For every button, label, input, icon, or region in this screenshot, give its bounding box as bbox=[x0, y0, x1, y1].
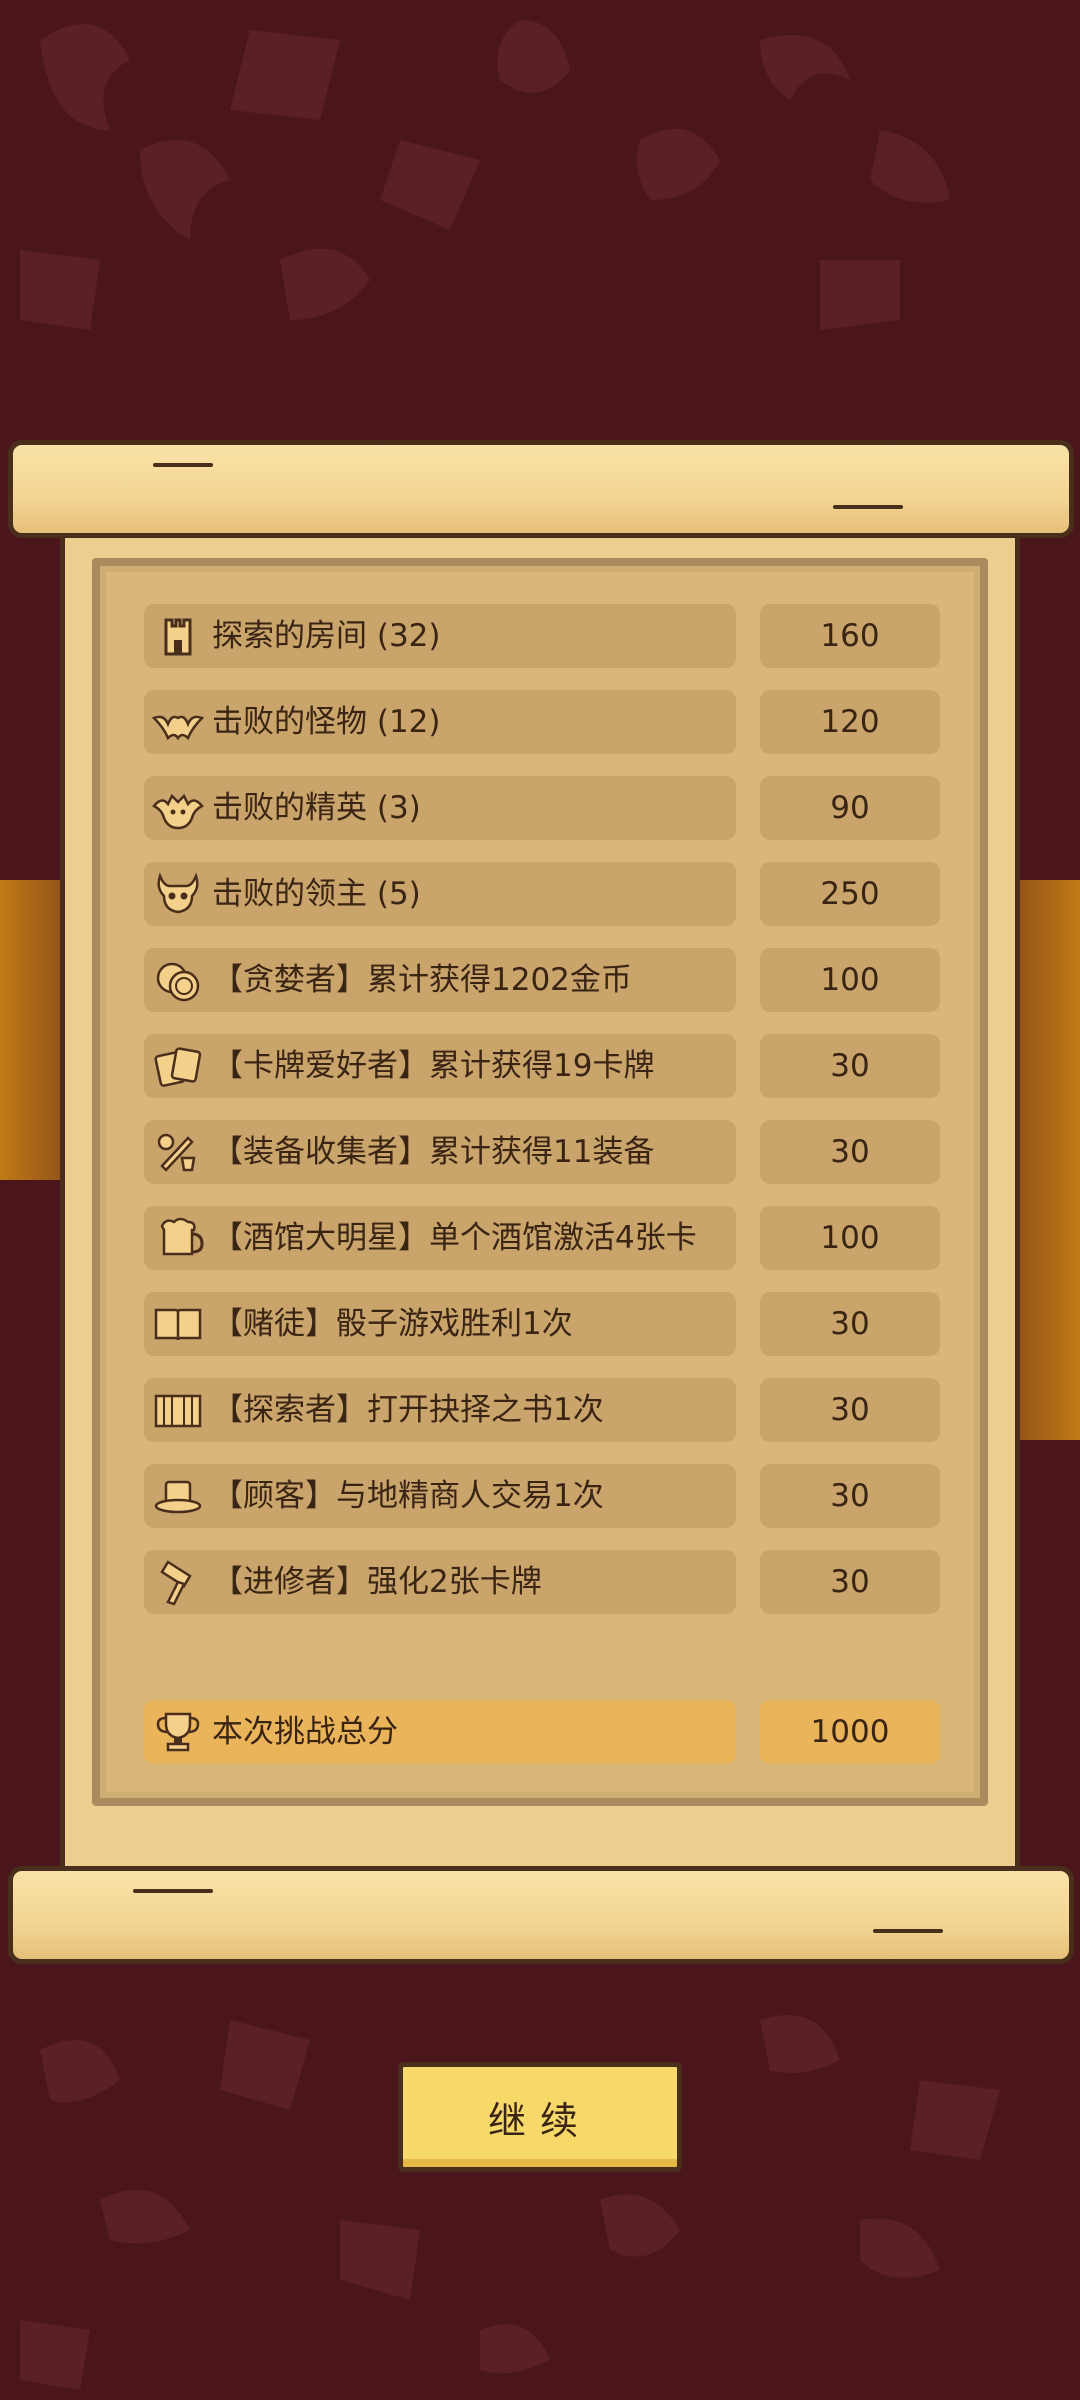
score-value: 160 bbox=[760, 604, 940, 668]
scroll-bottom-rod bbox=[8, 1866, 1074, 1964]
score-label: 击败的精英 (3) bbox=[212, 790, 421, 826]
top-hat-icon bbox=[154, 1480, 202, 1514]
score-label: 【进修者】强化2张卡牌 bbox=[212, 1564, 542, 1600]
score-value: 100 bbox=[760, 948, 940, 1012]
total-value: 1000 bbox=[760, 1700, 940, 1764]
score-name-cell: 【进修者】强化2张卡牌 bbox=[144, 1550, 736, 1614]
bat-icon bbox=[152, 715, 204, 741]
trophy-icon bbox=[156, 1712, 200, 1752]
score-label: 击败的领主 (5) bbox=[212, 876, 421, 912]
score-name-cell: 击败的领主 (5) bbox=[144, 862, 736, 926]
score-row: 【装备收集者】累计获得11装备 30 bbox=[144, 1120, 940, 1184]
score-value: 30 bbox=[760, 1550, 940, 1614]
equipment-icon bbox=[157, 1133, 196, 1172]
score-row: 击败的领主 (5) 250 bbox=[144, 862, 940, 926]
cards-icon bbox=[154, 1047, 202, 1087]
score-name-cell: 【贪婪者】累计获得1202金币 bbox=[144, 948, 736, 1012]
score-name-cell: 击败的精英 (3) bbox=[144, 776, 736, 840]
score-value: 100 bbox=[760, 1206, 940, 1270]
continue-button[interactable]: 继续 bbox=[398, 2062, 682, 2172]
score-row: 【酒馆大明星】单个酒馆激活4张卡 100 bbox=[144, 1206, 940, 1270]
score-row: 击败的精英 (3) 90 bbox=[144, 776, 940, 840]
score-name-cell: 探索的房间 (32) bbox=[144, 604, 736, 668]
score-label: 【酒馆大明星】单个酒馆激活4张卡 bbox=[212, 1220, 697, 1256]
score-row: 【贪婪者】累计获得1202金币 100 bbox=[144, 948, 940, 1012]
open-book-icon bbox=[154, 1308, 202, 1341]
score-label: 【探索者】打开抉择之书1次 bbox=[212, 1392, 604, 1428]
score-row: 击败的怪物 (12) 120 bbox=[144, 690, 940, 754]
score-label: 击败的怪物 (12) bbox=[212, 704, 441, 740]
score-name-cell: 击败的怪物 (12) bbox=[144, 690, 736, 754]
score-label: 【卡牌爱好者】累计获得19卡牌 bbox=[212, 1048, 655, 1084]
score-value: 120 bbox=[760, 690, 940, 754]
score-name-cell: 【顾客】与地精商人交易1次 bbox=[144, 1464, 736, 1528]
score-value: 30 bbox=[760, 1378, 940, 1442]
score-label: 【赌徒】骰子游戏胜利1次 bbox=[212, 1306, 573, 1342]
score-row: 探索的房间 (32) 160 bbox=[144, 604, 940, 668]
score-name-cell: 【探索者】打开抉择之书1次 bbox=[144, 1378, 736, 1442]
tower-icon bbox=[164, 618, 192, 656]
boss-skull-icon bbox=[157, 872, 199, 914]
score-label: 探索的房间 (32) bbox=[212, 618, 441, 654]
score-name-cell: 【卡牌爱好者】累计获得19卡牌 bbox=[144, 1034, 736, 1098]
score-value: 30 bbox=[760, 1120, 940, 1184]
score-label: 【贪婪者】累计获得1202金币 bbox=[212, 962, 632, 998]
score-row: 【顾客】与地精商人交易1次 30 bbox=[144, 1464, 940, 1528]
score-row: 【卡牌爱好者】累计获得19卡牌 30 bbox=[144, 1034, 940, 1098]
score-row: 【进修者】强化2张卡牌 30 bbox=[144, 1550, 940, 1614]
score-value: 30 bbox=[760, 1034, 940, 1098]
score-label: 【顾客】与地精商人交易1次 bbox=[212, 1478, 604, 1514]
score-row: 【探索者】打开抉择之书1次 30 bbox=[144, 1378, 940, 1442]
score-value: 90 bbox=[760, 776, 940, 840]
score-value: 30 bbox=[760, 1464, 940, 1528]
score-name-cell: 【酒馆大明星】单个酒馆激活4张卡 bbox=[144, 1206, 736, 1270]
score-name-cell: 【赌徒】骰子游戏胜利1次 bbox=[144, 1292, 736, 1356]
book-icon bbox=[154, 1394, 202, 1428]
elite-demon-icon bbox=[152, 793, 204, 830]
coins-icon bbox=[156, 962, 200, 1002]
hammer-icon bbox=[160, 1560, 192, 1606]
beer-mug-icon bbox=[160, 1217, 204, 1256]
total-label: 本次挑战总分 bbox=[212, 1714, 398, 1750]
score-value: 250 bbox=[760, 862, 940, 926]
score-row: 【赌徒】骰子游戏胜利1次 30 bbox=[144, 1292, 940, 1356]
total-score-row: 本次挑战总分 1000 bbox=[144, 1700, 940, 1764]
total-name-cell: 本次挑战总分 bbox=[144, 1700, 736, 1764]
score-name-cell: 【装备收集者】累计获得11装备 bbox=[144, 1120, 736, 1184]
score-label: 【装备收集者】累计获得11装备 bbox=[212, 1134, 655, 1170]
score-value: 30 bbox=[760, 1292, 940, 1356]
scroll-top-rod bbox=[8, 440, 1074, 538]
